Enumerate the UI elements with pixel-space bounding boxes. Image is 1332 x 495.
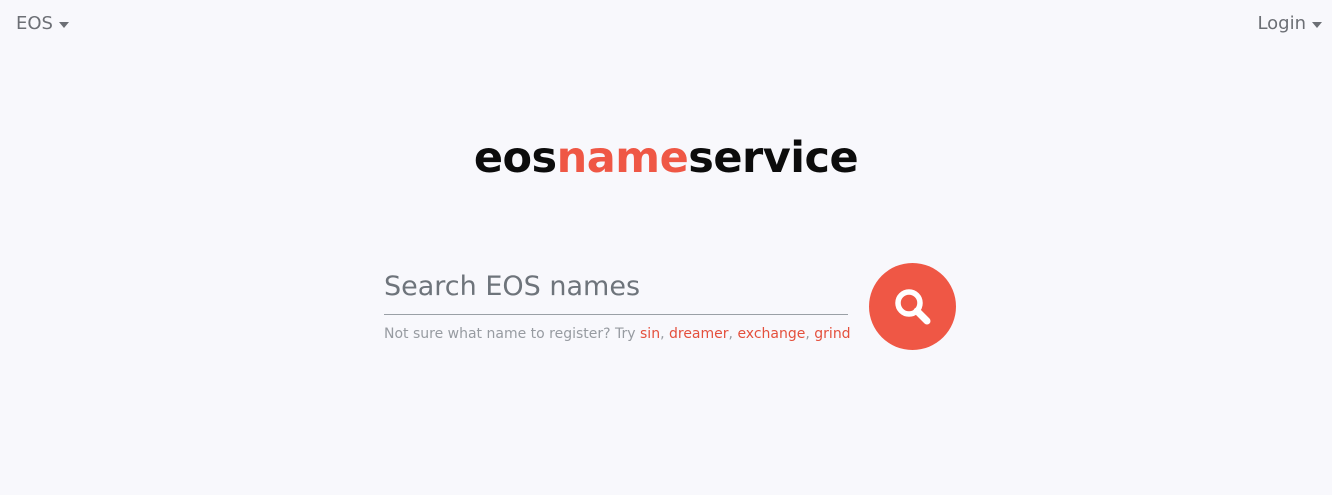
- caret-down-icon: [58, 21, 69, 28]
- search-icon: [894, 288, 930, 324]
- suggestion-link-dreamer[interactable]: dreamer: [669, 326, 729, 342]
- logo-part-name: name: [556, 133, 689, 183]
- suggestion-link-grind[interactable]: grind: [814, 326, 850, 342]
- suggestion-link-exchange[interactable]: exchange: [737, 326, 805, 342]
- search-button[interactable]: [869, 263, 956, 350]
- search-hint-text: Not sure what name to register? Try: [384, 326, 641, 342]
- site-logo: eosnameservice: [0, 130, 1332, 186]
- network-dropdown[interactable]: EOS: [16, 12, 69, 36]
- suggestion-link-sin[interactable]: sin: [640, 326, 660, 342]
- login-dropdown-label: Login: [1257, 13, 1306, 34]
- search-input[interactable]: [384, 262, 848, 315]
- network-dropdown-label: EOS: [16, 13, 53, 34]
- logo-part-service: service: [688, 133, 859, 183]
- caret-down-icon: [1312, 21, 1322, 28]
- login-dropdown[interactable]: Login: [1257, 12, 1322, 36]
- search-hint: Not sure what name to register? Try sin,…: [384, 326, 851, 342]
- search-block: Not sure what name to register? Try sin,…: [384, 262, 851, 343]
- logo-part-eos: eos: [473, 133, 557, 183]
